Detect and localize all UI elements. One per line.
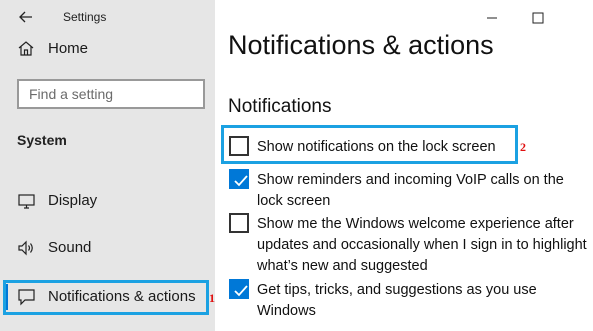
sidebar-item-label: Sound [48,239,92,256]
home-label: Home [48,39,89,57]
display-icon [18,194,35,209]
page-title: Notifications & actions [228,30,494,60]
speaker-icon [18,240,33,256]
option-label: Show reminders and incoming VoIP calls o… [257,172,564,209]
minimize-button[interactable] [481,10,505,26]
checkbox[interactable] [229,169,249,189]
window-title: Settings [63,10,107,24]
sidebar-item-sound[interactable]: Sound [0,233,215,263]
checkbox[interactable] [229,213,249,233]
sidebar-item-display[interactable]: Display [0,186,215,216]
checkbox[interactable] [229,279,249,299]
option-label: Show notifications on the lock screen [257,139,496,155]
option-label: Show me the Windows welcome experience a… [257,216,587,274]
annotation-marker-1: 1 [209,291,215,305]
annotation-highlight-1 [3,280,209,315]
section-header-system: System [17,132,67,148]
home-icon [18,41,34,56]
sidebar-item-label: Display [48,192,98,209]
option-label: Get tips, tricks, and suggestions as you… [257,282,537,319]
section-title-notifications: Notifications [228,96,332,117]
sidebar-item-home[interactable]: Home [0,34,215,62]
back-button[interactable] [14,6,38,28]
back-arrow-icon [19,11,32,23]
checkbox[interactable] [229,136,249,156]
checkmark-icon [234,175,248,187]
search-input[interactable] [19,81,203,107]
maximize-button[interactable] [530,10,546,26]
search-box[interactable] [17,79,205,109]
checkmark-icon [234,285,248,297]
